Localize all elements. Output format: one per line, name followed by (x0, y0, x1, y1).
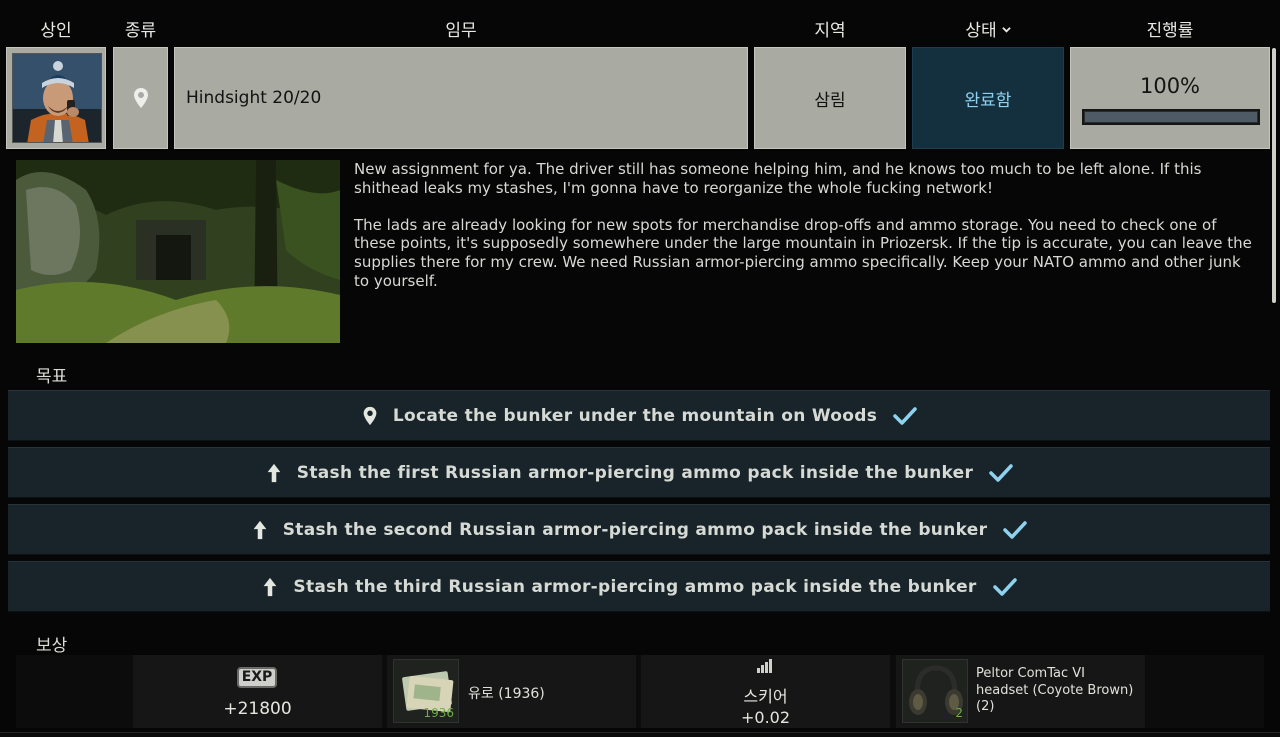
euro-label: 유로 (1936) (468, 686, 545, 702)
headset-item-slot[interactable]: 2 (902, 659, 968, 723)
stash-arrow-icon (253, 520, 267, 539)
checkmark-icon (893, 406, 917, 425)
header-trader[interactable]: 상인 (6, 16, 106, 42)
header-location[interactable]: 지역 (754, 16, 906, 42)
header-progress[interactable]: 진행률 (1070, 16, 1270, 42)
headset-label: Peltor ComTac VI headset (Coyote Brown) … (976, 666, 1134, 714)
stash-arrow-icon (267, 463, 281, 482)
quest-description: New assignment for ya. The driver still … (354, 160, 1259, 309)
description-paragraph-2: The lads are already looking for new spo… (354, 215, 1252, 290)
objective-row: Stash the third Russian armor-piercing a… (8, 561, 1270, 612)
skill-name: 스키어 (743, 687, 788, 706)
checkmark-icon (992, 577, 1017, 596)
quest-status-cell[interactable]: 완료함 (912, 47, 1064, 149)
scrollbar-thumb[interactable] (1272, 48, 1276, 303)
quest-type-cell[interactable] (113, 47, 168, 149)
map-pin-icon (363, 406, 377, 425)
objective-text: Locate the bunker under the mountain on … (392, 405, 878, 426)
skill-up-icon (757, 659, 772, 673)
objective-text: Stash the first Russian armor-piercing a… (296, 462, 974, 483)
description-paragraph-1: New assignment for ya. The driver still … (354, 160, 1202, 197)
objective-row: Stash the second Russian armor-piercing … (8, 504, 1270, 555)
bottom-divider (0, 732, 1280, 737)
reward-headset[interactable]: 2 Peltor ComTac VI headset (Coyote Brown… (896, 655, 1145, 728)
exp-value: +21800 (223, 699, 292, 719)
trader-cell[interactable] (6, 47, 106, 149)
skill-value: +0.02 (740, 708, 791, 727)
objectives-heading: 목표 (36, 367, 68, 387)
header-type[interactable]: 종류 (113, 16, 168, 42)
objective-text: Stash the third Russian armor-piercing a… (293, 576, 977, 597)
header-task[interactable]: 임무 (174, 16, 748, 42)
reward-exp: EXP +21800 (133, 655, 382, 728)
checkmark-icon (989, 463, 1013, 482)
quest-name: Hindsight 20/20 (186, 88, 322, 108)
reward-skill: 스키어 +0.02 (641, 655, 890, 728)
task-table-header: 상인 종류 임무 지역 상태 진행률 (0, 0, 1280, 46)
header-status-sort[interactable]: 상태 (912, 16, 1064, 42)
objective-row: Stash the first Russian armor-piercing a… (8, 447, 1270, 498)
headset-count: 2 (955, 706, 963, 720)
stash-arrow-icon (264, 577, 277, 596)
quest-status: 완료함 (964, 90, 1012, 111)
exp-icon: EXP (237, 667, 277, 688)
quest-location-cell[interactable]: 삼림 (754, 47, 906, 149)
trader-avatar (12, 53, 102, 143)
rewards-heading: 보상 (36, 636, 68, 656)
progress-bar (1082, 109, 1260, 125)
quest-name-cell[interactable]: Hindsight 20/20 (174, 47, 748, 149)
checkmark-icon (1003, 520, 1028, 539)
progress-bar-fill (1085, 112, 1257, 122)
header-status: 상태 (965, 21, 997, 41)
euro-item-slot[interactable]: 1936 (393, 659, 459, 723)
objective-text: Stash the second Russian armor-piercing … (282, 519, 988, 540)
reward-euros[interactable]: 1936 유로 (1936) (387, 655, 636, 728)
quest-progress-cell[interactable]: 100% (1070, 47, 1270, 149)
woods-bunker-scene (16, 160, 340, 343)
quest-location: 삼림 (814, 90, 846, 111)
objective-row: Locate the bunker under the mountain on … (8, 390, 1270, 441)
quest-location-image (16, 160, 340, 343)
map-pin-icon (133, 88, 148, 108)
trader-portrait-art (13, 54, 101, 142)
progress-percent: 100% (1139, 74, 1201, 98)
quest-row[interactable]: Hindsight 20/20 삼림 완료함 100% (0, 47, 1280, 149)
chevron-down-icon (1001, 27, 1011, 33)
euro-count: 1936 (423, 706, 454, 720)
